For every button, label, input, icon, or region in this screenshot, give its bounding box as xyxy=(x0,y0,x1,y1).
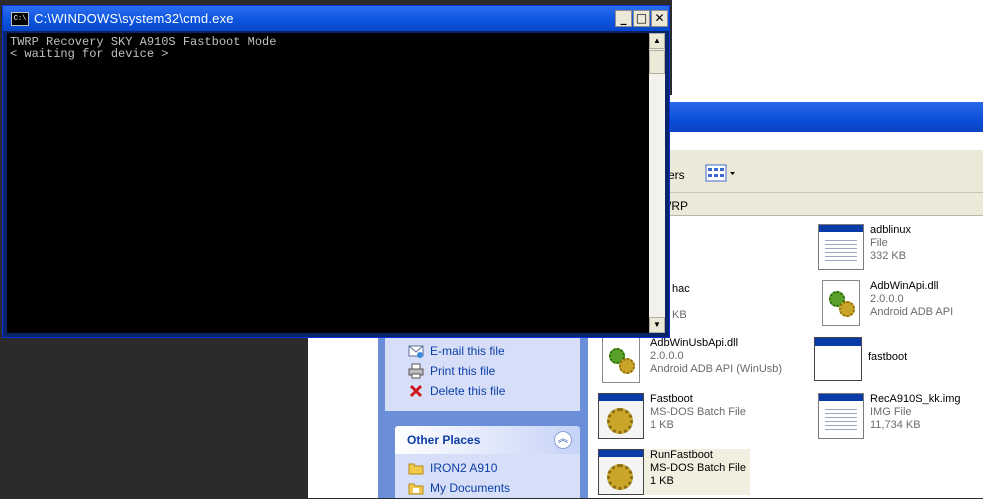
dll-icon xyxy=(818,280,864,326)
file-item-adbwinusbapi[interactable]: AdbWinUsbApi.dll 2.0.0.0 Android ADB API (… xyxy=(598,337,782,383)
folder-icon xyxy=(408,460,424,476)
file-type: IMG File xyxy=(870,406,912,418)
file-version: 2.0.0.0 xyxy=(870,293,904,305)
dll-icon xyxy=(598,337,644,383)
close-button[interactable]: ✕ xyxy=(651,10,668,27)
file-item-adblinux[interactable]: adblinux File 332 KB xyxy=(818,224,911,270)
file-description: Android ADB API (WinUsb) xyxy=(650,363,783,375)
file-item-fastboot-bat[interactable]: Fastboot MS-DOS Batch File 1 KB xyxy=(598,393,746,439)
place-label: My Documents xyxy=(430,481,511,495)
file-item-fastboot-exe[interactable]: fastboot xyxy=(814,337,907,383)
file-size: 1 KB xyxy=(650,419,674,431)
task-label: E-mail this file xyxy=(430,344,505,358)
application-icon xyxy=(814,337,862,383)
task-print-file[interactable]: Print this file xyxy=(408,362,495,380)
file-version: 2.0.0.0 xyxy=(650,350,684,362)
file-name: AdbWinUsbApi.dll xyxy=(650,337,739,349)
cmd-titlebar[interactable]: C:\ C:\WINDOWS\system32\cmd.exe _ □ ✕ xyxy=(3,6,669,31)
file-size: 11,734 KB xyxy=(870,419,921,431)
email-icon xyxy=(408,343,424,359)
batch-file-icon xyxy=(598,449,644,495)
file-item-partial[interactable]: hac KB xyxy=(672,283,690,322)
window-title: C:\WINDOWS\system32\cmd.exe xyxy=(34,11,234,26)
task-label: Print this file xyxy=(430,364,496,378)
file-item-reca910s-img[interactable]: RecA910S_kk.img IMG File 11,734 KB xyxy=(818,393,961,439)
folder-icon xyxy=(408,480,424,496)
file-name: RunFastboot xyxy=(650,449,713,461)
file-name: adblinux xyxy=(870,224,911,236)
file-name: Fastboot xyxy=(650,393,693,405)
file-item-adbwinapi[interactable]: AdbWinApi.dll 2.0.0.0 Android ADB API xyxy=(818,280,953,326)
vertical-scrollbar[interactable]: ▲ ▼ xyxy=(649,33,665,333)
scroll-thumb[interactable] xyxy=(649,50,665,74)
background-window-area xyxy=(672,0,983,95)
file-size: KB xyxy=(672,309,687,321)
address-text: /RP xyxy=(668,199,689,213)
place-label: IRON2 A910 xyxy=(430,461,498,475)
views-button[interactable] xyxy=(704,162,738,184)
printer-icon xyxy=(408,363,424,379)
file-type: File xyxy=(870,237,888,249)
other-places-title: Other Places xyxy=(407,433,481,447)
place-my-documents[interactable]: My Documents xyxy=(408,479,510,497)
folders-button-label[interactable]: ers xyxy=(668,168,685,182)
scroll-down-arrow-icon[interactable]: ▼ xyxy=(649,317,665,333)
other-places-header[interactable]: Other Places ︽ xyxy=(395,426,580,454)
file-name: hac xyxy=(672,283,690,295)
file-type xyxy=(672,296,690,309)
task-label: Delete this file xyxy=(430,384,506,398)
file-size: 332 KB xyxy=(870,250,907,262)
cmd-window: C:\ C:\WINDOWS\system32\cmd.exe _ □ ✕ TW… xyxy=(2,5,670,338)
delete-x-icon xyxy=(408,383,424,399)
views-icon xyxy=(705,164,735,182)
maximize-button[interactable]: □ xyxy=(633,10,650,27)
file-size: 1 KB xyxy=(650,475,674,487)
file-item-runfastboot[interactable]: RunFastboot MS-DOS Batch File 1 KB xyxy=(598,449,750,495)
scroll-up-arrow-icon[interactable]: ▲ xyxy=(649,33,665,49)
file-type: MS-DOS Batch File xyxy=(650,406,746,418)
file-type: MS-DOS Batch File xyxy=(650,462,746,474)
file-name: fastboot xyxy=(868,351,908,363)
generic-file-icon xyxy=(818,224,864,270)
generic-file-icon xyxy=(818,393,864,439)
collapse-chevron-icon[interactable]: ︽ xyxy=(554,431,572,449)
file-name: RecA910S_kk.img xyxy=(870,393,961,405)
background-window-area xyxy=(308,333,383,498)
minimize-button[interactable]: _ xyxy=(615,10,632,27)
file-name: AdbWinApi.dll xyxy=(870,280,939,292)
console-line: < waiting for device > xyxy=(10,47,169,61)
console-output[interactable]: TWRP Recovery SKY A910S Fastboot Mode < … xyxy=(7,33,649,333)
file-description: Android ADB API xyxy=(870,306,954,318)
task-delete-file[interactable]: Delete this file xyxy=(408,382,505,400)
task-email-file[interactable]: E-mail this file xyxy=(408,342,505,360)
batch-file-icon xyxy=(598,393,644,439)
console-icon[interactable]: C:\ xyxy=(11,12,29,26)
place-iron2-a910[interactable]: IRON2 A910 xyxy=(408,459,497,477)
